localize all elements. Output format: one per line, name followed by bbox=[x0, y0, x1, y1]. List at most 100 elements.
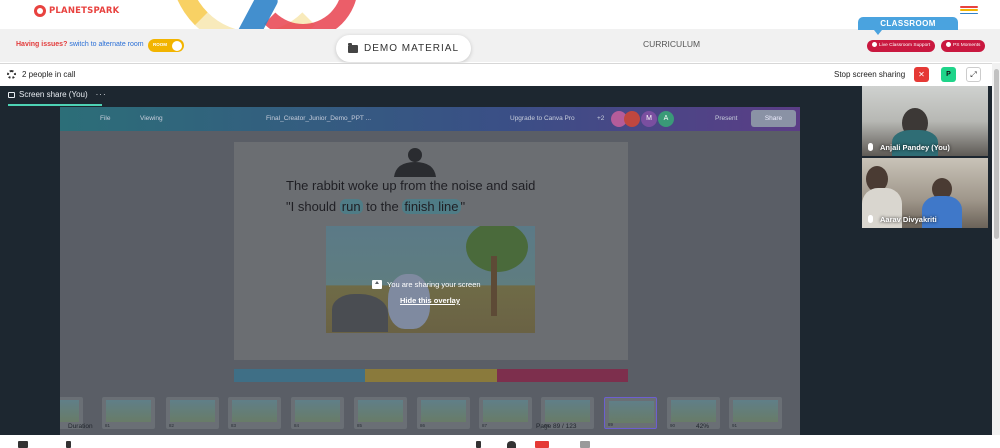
thumbnail-number: 82 bbox=[169, 423, 175, 428]
canva-upgrade: Upgrade to Canva Pro bbox=[510, 115, 575, 122]
thumbnail-image bbox=[545, 400, 590, 422]
ps-moments-label: PS Moments bbox=[953, 43, 981, 48]
logo-text: PLANETSPARK bbox=[49, 6, 120, 16]
expand-icon: ⤢ bbox=[970, 69, 977, 79]
thumbnail-image bbox=[733, 400, 778, 422]
screen-share-tab-label: Screen share (You) bbox=[19, 90, 88, 99]
live-support-label: Live Classroom Support bbox=[879, 43, 931, 48]
thumbnail-image bbox=[483, 400, 528, 422]
alternate-room-link[interactable]: switch to alternate room bbox=[69, 41, 143, 48]
mic-icon bbox=[868, 215, 873, 223]
screen-share-tab[interactable]: Screen share (You) ··· bbox=[8, 90, 107, 99]
participant-name: Aarav Divyakriti bbox=[880, 215, 937, 224]
toolbar-icon[interactable] bbox=[476, 441, 481, 448]
thumbnail-image bbox=[295, 400, 340, 422]
plus-icon bbox=[946, 41, 951, 47]
more-options-icon[interactable]: ··· bbox=[96, 90, 107, 99]
whiteboard-icon[interactable] bbox=[535, 441, 549, 448]
slide-text-line2: "I should run to the finish line " bbox=[286, 199, 465, 214]
expand-button[interactable]: ⤢ bbox=[966, 67, 981, 82]
slide-thumbnail: 87 bbox=[479, 397, 532, 429]
slide-thumbnail: 83 bbox=[228, 397, 281, 429]
hide-overlay-link[interactable]: Hide this overlay bbox=[400, 296, 460, 305]
slide-highlight-finish: finish line bbox=[402, 199, 461, 214]
toolbar-icon[interactable] bbox=[507, 441, 516, 448]
thumbnail-number: 84 bbox=[294, 423, 300, 428]
canva-avatar-count: +2 bbox=[597, 115, 605, 122]
thumbnail-strip: 80 81 82 83 84 85 86 87 88 89 90 91 bbox=[60, 397, 800, 431]
thumbnail-number: 83 bbox=[231, 423, 237, 428]
thumbnail-number: 81 bbox=[105, 423, 111, 428]
participant-name: Anjali Pandey (You) bbox=[880, 143, 950, 152]
tab-underline bbox=[8, 104, 102, 106]
thumbnail-number: 87 bbox=[482, 423, 488, 428]
sharing-overlay-text: You are sharing your screen bbox=[387, 280, 481, 289]
canva-viewing-menu: Viewing bbox=[140, 115, 163, 122]
mic-icon[interactable] bbox=[66, 441, 71, 448]
issues-question: Having issues? bbox=[16, 41, 68, 48]
toggle-knob bbox=[172, 40, 182, 51]
logo[interactable]: PLANETSPARK bbox=[34, 5, 119, 17]
zoom-level: 42% bbox=[696, 423, 710, 430]
camera-icon[interactable] bbox=[18, 441, 28, 448]
canva-doc-title: Final_Creator_Junior_Demo_PPT ... bbox=[266, 115, 372, 122]
bottom-toolbar bbox=[0, 435, 1000, 448]
canva-present: Present bbox=[715, 115, 738, 122]
gear-icon[interactable] bbox=[7, 70, 16, 79]
thumbnail-image bbox=[671, 400, 716, 422]
tree-trunk bbox=[491, 256, 497, 316]
ps-moments-button[interactable]: PS Moments bbox=[941, 40, 986, 52]
canva-avatar bbox=[624, 111, 640, 127]
participant-badge[interactable]: P bbox=[941, 67, 956, 82]
toolbar-icon[interactable] bbox=[580, 441, 590, 448]
slide-thumbnail: 82 bbox=[166, 397, 219, 429]
menu-icon[interactable] bbox=[960, 6, 978, 16]
thumbnail-number: 85 bbox=[357, 423, 363, 428]
canva-avatar-a: A bbox=[658, 111, 674, 127]
demo-material-label: DEMO MATERIAL bbox=[363, 43, 460, 54]
curriculum-tab[interactable]: CURRICULUM bbox=[643, 39, 700, 49]
thumbnail-image bbox=[106, 400, 151, 422]
page-scrollbar[interactable] bbox=[992, 63, 1000, 435]
demo-material-button[interactable]: DEMO MATERIAL bbox=[336, 35, 471, 62]
slide-text-part: " bbox=[460, 199, 466, 214]
thumbnail-image bbox=[60, 400, 79, 422]
rock-illustration bbox=[332, 294, 388, 332]
presenter-silhouette bbox=[394, 148, 436, 177]
participant-tile[interactable]: Anjali Pandey (You) bbox=[862, 86, 988, 156]
slide-thumbnail: 84 bbox=[291, 397, 344, 429]
toggle-label: ROOM bbox=[153, 42, 167, 47]
slide-text-part: "I should bbox=[286, 199, 340, 214]
folder-icon bbox=[347, 42, 358, 53]
plus-icon bbox=[872, 41, 877, 47]
monitor-icon bbox=[8, 91, 15, 98]
canva-share: Share bbox=[751, 110, 796, 127]
people-count: 2 people in call bbox=[22, 70, 76, 79]
scrollbar-thumb[interactable] bbox=[993, 69, 999, 239]
room-toggle[interactable]: ROOM bbox=[148, 39, 184, 52]
canva-avatar-m: M bbox=[641, 111, 657, 127]
slide: The rabbit woke up from the noise and sa… bbox=[234, 142, 628, 382]
canva-toolbar: File Viewing Final_Creator_Junior_Demo_P… bbox=[60, 107, 800, 131]
live-support-button[interactable]: Live Classroom Support bbox=[867, 40, 936, 52]
slide-thumbnail: 86 bbox=[417, 397, 470, 429]
slide-thumbnail: 90 bbox=[667, 397, 720, 429]
slide-text-part: to the bbox=[362, 199, 403, 214]
call-bar: 2 people in call Stop screen sharing ✕ P… bbox=[0, 63, 992, 85]
color-bar bbox=[496, 369, 628, 382]
stop-sharing-button[interactable]: ✕ bbox=[914, 67, 929, 82]
slide-highlight-run: run bbox=[339, 199, 363, 214]
slide-thumbnail-active: 89 bbox=[604, 397, 657, 429]
classroom-tab[interactable]: CLASSROOM bbox=[858, 17, 958, 35]
slide-thumbnail: 91 bbox=[729, 397, 782, 429]
slide-thumbnail: 81 bbox=[102, 397, 155, 429]
classroom-app: PLANETSPARK Having issues? switch to alt… bbox=[0, 0, 1000, 448]
screen-share-stage: Screen share (You) ··· File Viewing Fina… bbox=[0, 86, 992, 435]
shared-screen: File Viewing Final_Creator_Junior_Demo_P… bbox=[60, 107, 800, 435]
logo-icon bbox=[34, 5, 46, 17]
duration-label: Duration bbox=[68, 423, 93, 430]
thumbnail-image bbox=[358, 400, 403, 422]
thumbnail-number: 91 bbox=[732, 423, 738, 428]
issues-notice: Having issues? switch to alternate room bbox=[16, 41, 144, 48]
participant-tile[interactable]: Aarav Divyakriti bbox=[862, 158, 988, 228]
